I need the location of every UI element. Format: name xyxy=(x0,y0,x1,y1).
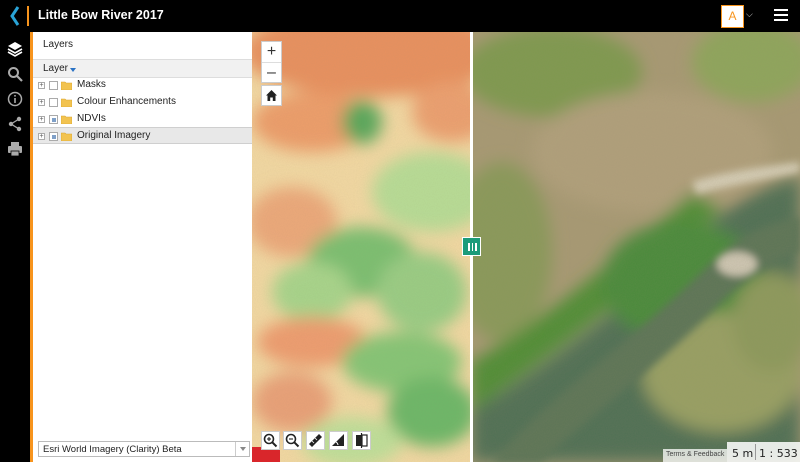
layer-label: NDVIs xyxy=(77,113,106,124)
aerial-imagery-layer xyxy=(471,32,800,462)
user-avatar-button[interactable]: A xyxy=(721,5,744,28)
measure-icon xyxy=(309,434,322,447)
app-title: Little Bow River 2017 xyxy=(38,8,164,22)
folder-icon xyxy=(61,81,72,90)
layer-row-colour-enhancements[interactable]: + Colour Enhancements xyxy=(33,94,252,111)
zoom-in-tool-icon xyxy=(263,433,278,448)
zoom-control: + – xyxy=(261,41,282,83)
expand-icon[interactable]: + xyxy=(38,133,45,140)
attribution-link[interactable]: Terms & Feedback xyxy=(663,449,728,462)
area-icon xyxy=(332,434,344,446)
zoom-in-button[interactable]: + xyxy=(262,42,281,62)
layer-checkbox[interactable] xyxy=(49,98,58,107)
expand-icon[interactable]: + xyxy=(38,82,45,89)
info-icon[interactable] xyxy=(7,91,23,107)
swipe-icon xyxy=(356,433,368,448)
scale-ratio: 1 : 533 xyxy=(759,447,798,460)
layer-checkbox[interactable] xyxy=(49,81,58,90)
tool-rail xyxy=(0,32,30,462)
layer-checkbox[interactable] xyxy=(49,132,58,141)
hamburger-menu-icon[interactable] xyxy=(774,9,788,21)
layers-icon[interactable] xyxy=(7,41,23,57)
app-logo-icon xyxy=(10,6,20,26)
home-button[interactable] xyxy=(261,85,282,106)
layer-column-header[interactable]: Layer xyxy=(33,59,252,78)
top-bar: Little Bow River 2017 A ⌵ xyxy=(0,0,800,32)
expand-icon[interactable]: + xyxy=(38,99,45,106)
folder-icon xyxy=(61,98,72,107)
scale-bar: 5 m 1 : 533 xyxy=(727,442,800,462)
layer-label: Original Imagery xyxy=(77,130,151,141)
layer-checkbox[interactable] xyxy=(49,115,58,124)
chevron-down-icon[interactable]: ⌵ xyxy=(746,9,753,20)
basemap-value: Esri World Imagery (Clarity) Beta xyxy=(43,444,182,455)
layer-row-ndvis[interactable]: + NDVIs xyxy=(33,111,252,128)
scale-separator xyxy=(755,444,756,460)
search-icon[interactable] xyxy=(7,66,23,82)
panel-title: Layers xyxy=(43,39,74,50)
folder-icon xyxy=(61,132,72,141)
sort-down-icon[interactable] xyxy=(70,68,76,72)
folder-icon xyxy=(61,115,72,124)
swipe-handle[interactable] xyxy=(462,237,481,256)
map-imagery[interactable] xyxy=(252,32,800,462)
layer-column-label: Layer xyxy=(43,63,69,74)
scale-distance: 5 m xyxy=(732,447,754,460)
home-icon xyxy=(266,90,277,101)
zoom-out-button[interactable]: – xyxy=(262,62,281,82)
layer-label: Masks xyxy=(77,79,106,90)
area-tool-button[interactable] xyxy=(329,431,348,450)
map-view[interactable]: + – Terms & Feedback 5 m 1: 533 xyxy=(252,32,800,462)
basemap-select[interactable]: Esri World Imagery (Clarity) Beta xyxy=(38,441,250,457)
print-icon[interactable] xyxy=(7,141,23,157)
zoom-out-tool-icon xyxy=(285,433,300,448)
zoom-out-tool-button[interactable] xyxy=(283,431,302,450)
zoom-in-tool-button[interactable] xyxy=(261,431,280,450)
measure-tool-button[interactable] xyxy=(306,431,325,450)
layer-row-original-imagery[interactable]: + Original Imagery xyxy=(33,127,252,144)
layer-row-masks[interactable]: + Masks xyxy=(33,77,252,94)
share-icon[interactable] xyxy=(7,116,23,132)
layers-panel: Layers Layer + Masks + Colour Enhancemen… xyxy=(30,32,252,462)
swipe-tool-button[interactable] xyxy=(352,431,371,450)
chevron-down-icon[interactable] xyxy=(235,442,249,456)
title-divider xyxy=(27,6,29,26)
expand-icon[interactable]: + xyxy=(38,116,45,123)
layer-label: Colour Enhancements xyxy=(77,96,176,107)
